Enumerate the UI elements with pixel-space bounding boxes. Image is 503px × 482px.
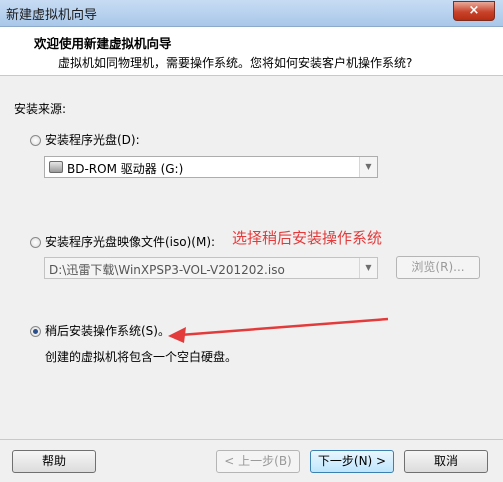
close-button[interactable]: ×: [453, 1, 495, 21]
chevron-down-icon[interactable]: ▼: [359, 258, 377, 278]
drive-select[interactable]: BD-ROM 驱动器 (G:) ▼: [44, 156, 378, 178]
next-button[interactable]: 下一步(N) >: [310, 450, 394, 473]
help-button[interactable]: 帮助: [12, 450, 96, 473]
iso-path-value: D:\迅雷下载\WinXPSP3-VOL-V201202.iso: [49, 263, 285, 277]
iso-option-label[interactable]: 安装程序光盘映像文件(iso)(M):: [45, 233, 215, 250]
drive-icon: [49, 161, 63, 173]
window-title: 新建虚拟机向导: [6, 8, 98, 23]
iso-path-select[interactable]: D:\迅雷下载\WinXPSP3-VOL-V201202.iso ▼: [44, 257, 378, 279]
annotation-text: 选择稍后安装操作系统: [232, 229, 383, 247]
wizard-header: 欢迎使用新建虚拟机向导 虚拟机如同物理机，需要操作系统。您将如何安装客户机操作系…: [0, 27, 503, 76]
later-radio[interactable]: [30, 326, 41, 337]
later-option-label[interactable]: 稍后安装操作系统(S)。: [45, 322, 170, 339]
wizard-content: 安装来源: 安装程序光盘(D): BD-ROM 驱动器 (G:) ▼ 安装程序光…: [0, 76, 503, 436]
back-button[interactable]: < 上一步(B): [216, 450, 300, 473]
disc-radio[interactable]: [30, 135, 41, 146]
drive-select-value: BD-ROM 驱动器 (G:): [67, 162, 184, 176]
install-source-label: 安装来源:: [14, 102, 67, 116]
annotation-arrow-icon: [168, 317, 389, 343]
wizard-title: 欢迎使用新建虚拟机向导: [34, 36, 172, 51]
title-bar: 新建虚拟机向导 ×: [0, 0, 503, 27]
disc-option-label[interactable]: 安装程序光盘(D):: [45, 131, 140, 148]
browse-button[interactable]: 浏览(R)...: [396, 256, 480, 279]
chevron-down-icon[interactable]: ▼: [359, 157, 377, 177]
iso-radio[interactable]: [30, 237, 41, 248]
wizard-subtitle: 虚拟机如同物理机，需要操作系统。您将如何安装客户机操作系统?: [58, 56, 413, 70]
cancel-button[interactable]: 取消: [404, 450, 488, 473]
footer-divider: [0, 439, 503, 440]
